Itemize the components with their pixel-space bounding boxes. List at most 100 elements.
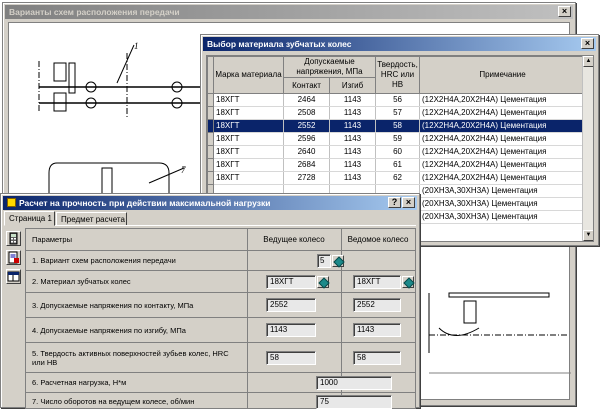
- load-field[interactable]: 1000: [316, 376, 392, 390]
- header-params: Параметры: [32, 235, 72, 244]
- cell-hardness: 59: [375, 132, 421, 146]
- diagram-label-1: 1: [134, 41, 139, 51]
- close-button[interactable]: ×: [402, 197, 415, 208]
- cell-contact: 2640: [283, 145, 330, 159]
- cell-note: (20ХН3А,30ХН3А) Цементация: [419, 197, 587, 211]
- header-driven: Ведомое колесо: [347, 235, 409, 244]
- material-row[interactable]: 18ХГТ 2508 1143 57 (12Х2Н4А,20Х2Н4А) Цемента…: [207, 106, 587, 120]
- scheme-number-field[interactable]: 5: [317, 254, 331, 268]
- scroll-down-arrow[interactable]: ▼: [583, 230, 593, 241]
- param-row-hardness: 5. Твердость активных поверхностей зубье…: [26, 343, 415, 373]
- calc-window: Расчет на прочность при действии максима…: [0, 193, 420, 409]
- cell-note: (12Х2Н4А,20Х2Н4А) Цементация: [419, 145, 587, 159]
- param-label: 2. Материал зубчатых колес: [32, 277, 131, 286]
- contact-drive-field[interactable]: 2552: [266, 298, 316, 312]
- hardness-drive-field[interactable]: 58: [266, 351, 316, 365]
- tab-subject[interactable]: Предмет расчета: [56, 212, 127, 226]
- schemes-titlebar[interactable]: Варианты схем расположения передачи ×: [5, 5, 573, 19]
- cell-hardness: 62: [375, 171, 421, 185]
- material-titlebar[interactable]: Выбор материала зубчатых колес ×: [203, 37, 596, 51]
- calculate-icon[interactable]: [6, 231, 21, 246]
- col-header-material[interactable]: Марка материала: [213, 56, 284, 94]
- material-row[interactable]: 18ХГТ 2684 1143 61 (12Х2Н4А,20Х2Н4А) Цемента…: [207, 158, 587, 172]
- contact-driven-field[interactable]: 2552: [353, 298, 401, 312]
- param-label: 1. Вариант схем расположения передачи: [32, 256, 176, 265]
- cell-material: 18ХГТ: [213, 132, 284, 146]
- cell-material: 18ХГТ: [213, 106, 284, 120]
- hardness-driven-field[interactable]: 58: [353, 351, 401, 365]
- col-header-bending[interactable]: Изгиб: [328, 77, 377, 94]
- col-header-note[interactable]: Примечание: [419, 56, 587, 94]
- param-row-rpm: 7. Число оборотов на ведущем колесе, об/…: [26, 393, 415, 410]
- cell-note: (12Х2Н4А,20Х2Н4А) Цементация: [419, 132, 587, 146]
- cell-note: (12Х2Н4А,20Х2Н4А) Цементация: [419, 93, 587, 107]
- cell-material: 18ХГТ: [213, 145, 284, 159]
- material-row[interactable]: 18ХГТ 2640 1143 60 (12Х2Н4А,20Х2Н4А) Цемента…: [207, 145, 587, 159]
- param-label: 4. Допускаемые напряжения по изгибу, МПа: [32, 325, 186, 335]
- cell-bending: 1143: [329, 171, 377, 185]
- calc-title: Расчет на прочность при действии максима…: [19, 198, 271, 208]
- tab-page-1[interactable]: Страница 1: [4, 211, 55, 226]
- cell-bending: 1143: [329, 106, 377, 120]
- cell-hardness: 56: [375, 93, 421, 107]
- app-icon: [7, 198, 16, 207]
- calc-titlebar[interactable]: Расчет на прочность при действии максима…: [3, 196, 417, 210]
- param-label: 6. Расчетная нагрузка, Н*м: [32, 378, 127, 387]
- close-button[interactable]: ×: [558, 6, 571, 17]
- cell-hardness: 57: [375, 106, 421, 120]
- bending-driven-field[interactable]: 1143: [353, 323, 401, 337]
- param-row-bending: 4. Допускаемые напряжения по изгибу, МПа…: [26, 318, 415, 343]
- cell-contact: 2508: [283, 106, 330, 120]
- schemes-title: Варианты схем расположения передачи: [9, 7, 180, 17]
- scroll-up-arrow[interactable]: ▲: [583, 56, 593, 67]
- cell-contact: 2552: [283, 119, 330, 133]
- cell-bending: 1143: [329, 93, 377, 107]
- cell-material: 18ХГТ: [213, 171, 284, 185]
- header-drive: Ведущее колесо: [263, 235, 325, 244]
- param-row-load: 6. Расчетная нагрузка, Н*м 1000: [26, 373, 415, 393]
- cell-contact: 2728: [283, 171, 330, 185]
- cell-note: (12Х2Н4А,20Х2Н4А) Цементация: [419, 171, 587, 185]
- cell-note: (20ХН3А,30ХН3А) Цементация: [419, 184, 587, 198]
- cell-note: (12Х2Н4А,20Х2Н4А) Цементация: [419, 106, 587, 120]
- params-header-row: Параметры Ведущее колесо Ведомое колесо: [26, 229, 415, 251]
- material-title: Выбор материала зубчатых колес: [207, 39, 352, 49]
- cell-material: 18ХГТ: [213, 93, 284, 107]
- select-material-drive-icon[interactable]: [317, 276, 329, 288]
- param-label: 3. Допускаемые напряжения по контакту, М…: [32, 300, 194, 310]
- material-row[interactable]: 18ХГТ 2596 1143 59 (12Х2Н4А,20Х2Н4А) Цемента…: [207, 132, 587, 146]
- cell-hardness: 60: [375, 145, 421, 159]
- cell-bending: 1143: [329, 119, 377, 133]
- material-row[interactable]: 18ХГТ 2552 1143 58 (12Х2Н4А,20Х2Н4А) Цемента…: [207, 119, 587, 133]
- material-row[interactable]: 18ХГТ 2464 1143 56 (12Х2Н4А,20Х2Н4А) Цемента…: [207, 93, 587, 107]
- col-header-stress: Допускаемые напряжения, МПа: [282, 56, 377, 78]
- bending-drive-field[interactable]: 1143: [266, 323, 316, 337]
- cell-material: 18ХГТ: [213, 119, 284, 133]
- material-row[interactable]: 18ХГТ 2728 1143 62 (12Х2Н4А,20Х2Н4А) Цемента…: [207, 171, 587, 185]
- diagram-label-7: 7: [181, 165, 186, 175]
- col-header-contact[interactable]: Контакт: [283, 77, 330, 94]
- help-button[interactable]: ?: [388, 197, 401, 208]
- col-header-hardness[interactable]: Твердость, HRC или HB: [375, 56, 421, 94]
- cell-bending: 1143: [329, 158, 377, 172]
- param-row-material: 2. Материал зубчатых колес 18ХГТ 18ХГТ: [26, 271, 415, 293]
- cell-hardness: 58: [375, 119, 421, 133]
- rpm-field[interactable]: 75: [316, 395, 392, 409]
- parameters-table: Параметры Ведущее колесо Ведомое колесо …: [25, 228, 416, 409]
- cell-note: (20ХН3А,30ХН3А) Цементация: [419, 210, 587, 224]
- cell-note: (12Х2Н4А,20Х2Н4А) Цементация: [419, 158, 587, 172]
- param-label: 5. Твердость активных поверхностей зубье…: [32, 348, 229, 367]
- cell-bending: 1143: [329, 132, 377, 146]
- grid-vertical-scrollbar[interactable]: ▲ ▼: [582, 56, 593, 241]
- table-icon[interactable]: [6, 269, 21, 284]
- select-scheme-icon[interactable]: [332, 255, 344, 267]
- report-icon[interactable]: [6, 250, 21, 265]
- close-button[interactable]: ×: [581, 38, 594, 49]
- material-drive-field[interactable]: 18ХГТ: [266, 275, 316, 289]
- select-material-driven-icon[interactable]: [402, 276, 414, 288]
- param-row-contact: 3. Допускаемые напряжения по контакту, М…: [26, 293, 415, 318]
- cell-contact: 2464: [283, 93, 330, 107]
- cell-contact: 2596: [283, 132, 330, 146]
- material-driven-field[interactable]: 18ХГТ: [353, 275, 401, 289]
- cell-hardness: 61: [375, 158, 421, 172]
